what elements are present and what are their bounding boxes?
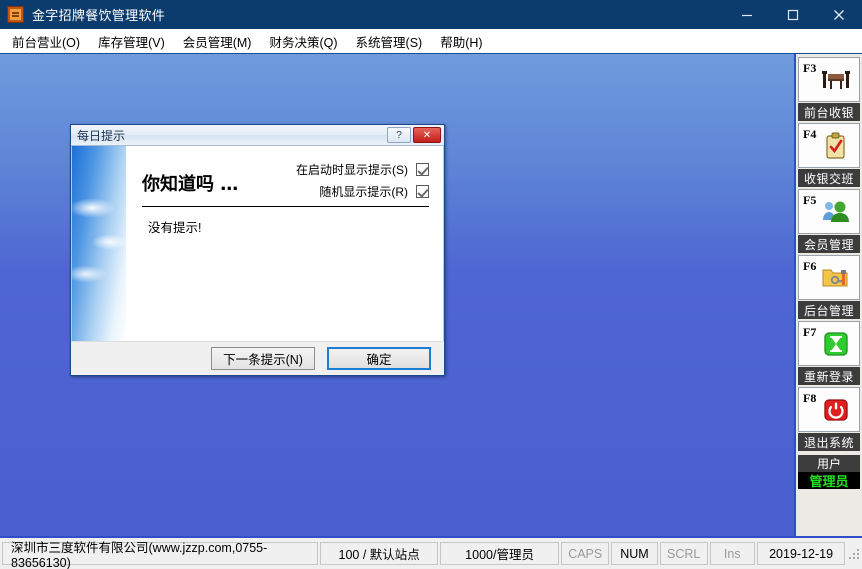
tip-header: 你知道吗 … 在启动时显示提示(S) 随机显示提示(R) [126, 146, 443, 200]
tip-heading: 你知道吗 … [142, 174, 239, 195]
status-caps: CAPS [561, 542, 610, 565]
sidebar: F3 前台收银 F4 收银交班 F5 会员管理 F6 后台管理 F7 重新登录 … [794, 54, 862, 537]
clipboard-check-icon [823, 132, 849, 165]
sidebar-label-exit: 退出系统 [798, 433, 860, 451]
dialog-content: 你知道吗 … 在启动时显示提示(S) 随机显示提示(R) 没有提示! [126, 146, 443, 341]
sidebar-group-front-cashier: F3 前台收银 [798, 57, 860, 121]
sidebar-item-backoffice[interactable]: F6 [798, 255, 860, 300]
sidebar-group-backoffice: F6 后台管理 [798, 255, 860, 319]
menu-bar: 前台营业(O) 库存管理(V) 会员管理(M) 财务决策(Q) 系统管理(S) … [0, 29, 862, 53]
sidebar-fkey: F8 [803, 391, 817, 405]
next-tip-button[interactable]: 下一条提示(N) [211, 347, 315, 370]
status-user: 1000/管理员 [439, 542, 560, 565]
sidebar-label-shift-handover: 收银交班 [798, 169, 860, 187]
ok-button[interactable]: 确定 [327, 347, 431, 370]
dialog-window-controls: ? ✕ [387, 127, 444, 143]
folder-tools-icon [821, 265, 851, 296]
checkbox-show-on-startup[interactable] [416, 163, 429, 176]
option-label: 随机显示提示(R) [319, 185, 408, 199]
menu-item-front-office[interactable]: 前台营业(O) [3, 29, 89, 54]
tip-options: 在启动时显示提示(S) 随机显示提示(R) [296, 156, 429, 200]
close-icon[interactable]: ✕ [413, 127, 441, 143]
checkbox-show-random[interactable] [416, 185, 429, 198]
maximize-icon[interactable] [770, 0, 816, 29]
sidebar-item-front-cashier[interactable]: F3 [798, 57, 860, 102]
dining-table-icon [821, 67, 851, 98]
sidebar-label-relogin: 重新登录 [798, 367, 860, 385]
status-ins: Ins [709, 542, 755, 565]
user-panel: 用户 管理员 [798, 455, 860, 489]
dialog-footer: 下一条提示(N) 确定 [71, 341, 444, 375]
sidebar-group-relogin: F7 重新登录 [798, 321, 860, 385]
sidebar-group-exit: F8 退出系统 [798, 387, 860, 451]
window-title: 金字招牌餐饮管理软件 [32, 8, 166, 23]
sidebar-label-backoffice: 后台管理 [798, 301, 860, 319]
menu-item-membership[interactable]: 会员管理(M) [174, 29, 261, 54]
close-icon[interactable] [816, 0, 862, 29]
sidebar-label-front-cashier: 前台收银 [798, 103, 860, 121]
user-panel-name: 管理员 [798, 472, 860, 489]
sidebar-fkey: F5 [803, 193, 817, 207]
menu-item-inventory[interactable]: 库存管理(V) [89, 29, 174, 54]
dialog-title: 每日提示 [77, 128, 126, 143]
dialog-body: 你知道吗 … 在启动时显示提示(S) 随机显示提示(R) 没有提示! [71, 146, 444, 341]
sidebar-item-exit[interactable]: F8 [798, 387, 860, 432]
sidebar-fkey: F4 [803, 127, 817, 141]
option-label: 在启动时显示提示(S) [296, 163, 408, 177]
menu-item-system[interactable]: 系统管理(S) [347, 29, 432, 54]
menu-item-help[interactable]: 帮助(H) [431, 29, 491, 54]
status-date: 2019-12-19 [756, 542, 846, 565]
sky-clouds-image [72, 146, 126, 341]
window-controls [724, 0, 862, 29]
users-icon [821, 199, 851, 230]
daily-tip-dialog: 每日提示 ? ✕ 你知道吗 … 在启动时显示提示(S) 随机显示提示(R) 没有… [70, 124, 445, 376]
hourglass-icon [823, 331, 849, 362]
dialog-title-bar: 每日提示 ? ✕ [71, 125, 444, 146]
status-company: 深圳市三度软件有限公司(www.jzzp.com,0755-83656130) [2, 541, 319, 569]
sidebar-group-membership: F5 会员管理 [798, 189, 860, 253]
sidebar-item-relogin[interactable]: F7 [798, 321, 860, 366]
option-show-random[interactable]: 随机显示提示(R) [296, 183, 429, 200]
app-logo-icon [7, 6, 24, 23]
menu-item-finance[interactable]: 财务决策(Q) [260, 29, 346, 54]
client-area: F3 前台收银 F4 收银交班 F5 会员管理 F6 后台管理 F7 重新登录 … [0, 53, 862, 537]
status-num: NUM [611, 542, 658, 565]
option-show-on-startup[interactable]: 在启动时显示提示(S) [296, 161, 429, 178]
status-bar: 深圳市三度软件有限公司(www.jzzp.com,0755-83656130) … [0, 536, 862, 569]
tip-body-text: 没有提示! [148, 221, 202, 235]
user-panel-title: 用户 [798, 455, 860, 472]
application-window: 金字招牌餐饮管理软件 前台营业(O) 库存管理(V) 会员管理(M) 财务决策(… [0, 0, 862, 569]
status-scrl: SCRL [659, 542, 708, 565]
minimize-icon[interactable] [724, 0, 770, 29]
title-bar: 金字招牌餐饮管理软件 [0, 0, 862, 29]
status-station: 100 / 默认站点 [320, 542, 438, 565]
sidebar-item-membership[interactable]: F5 [798, 189, 860, 234]
sidebar-fkey: F6 [803, 259, 817, 273]
resize-grip-icon[interactable] [847, 547, 860, 561]
help-icon[interactable]: ? [387, 127, 411, 143]
sidebar-item-shift-handover[interactable]: F4 [798, 123, 860, 168]
sidebar-group-shift-handover: F4 收银交班 [798, 123, 860, 187]
sidebar-label-membership: 会员管理 [798, 235, 860, 253]
sidebar-fkey: F3 [803, 61, 817, 75]
sidebar-fkey: F7 [803, 325, 817, 339]
power-icon [823, 397, 849, 428]
